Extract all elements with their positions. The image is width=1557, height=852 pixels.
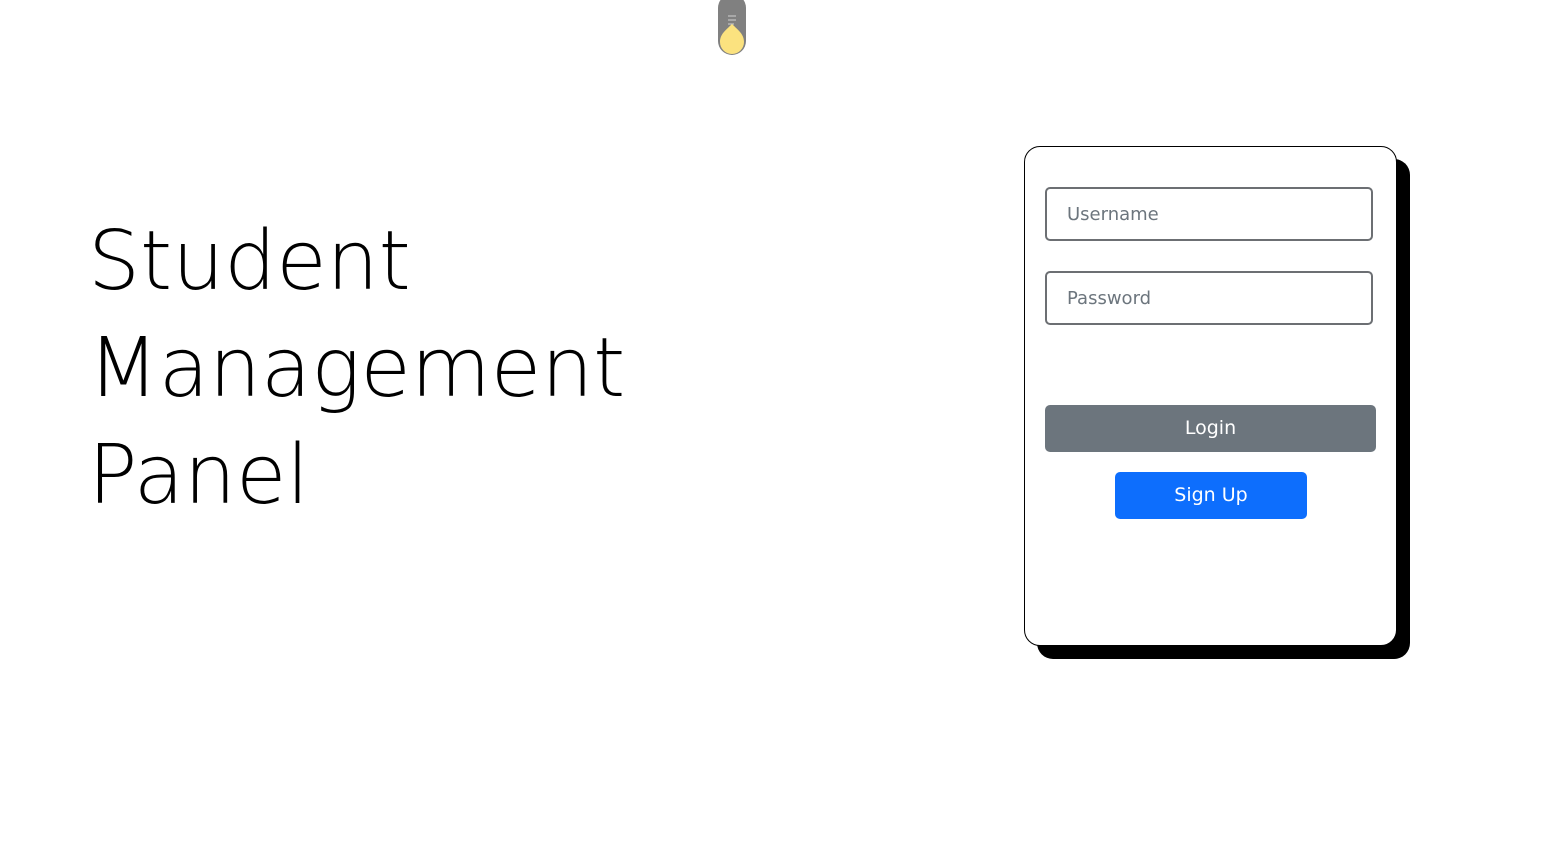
signup-button[interactable]: Sign Up [1115,472,1307,519]
page-title: Student Management Panel [88,208,625,529]
login-button[interactable]: Login [1045,405,1376,452]
login-card: Login Sign Up [1024,146,1397,646]
theme-toggle-button[interactable] [717,0,747,56]
password-input[interactable] [1045,271,1373,325]
lightbulb-icon [718,0,746,55]
username-input[interactable] [1045,187,1373,241]
page-title-line-3: Panel [88,428,310,523]
page-title-line-2: Management [88,321,626,416]
page-title-line-1: Student [88,214,411,309]
